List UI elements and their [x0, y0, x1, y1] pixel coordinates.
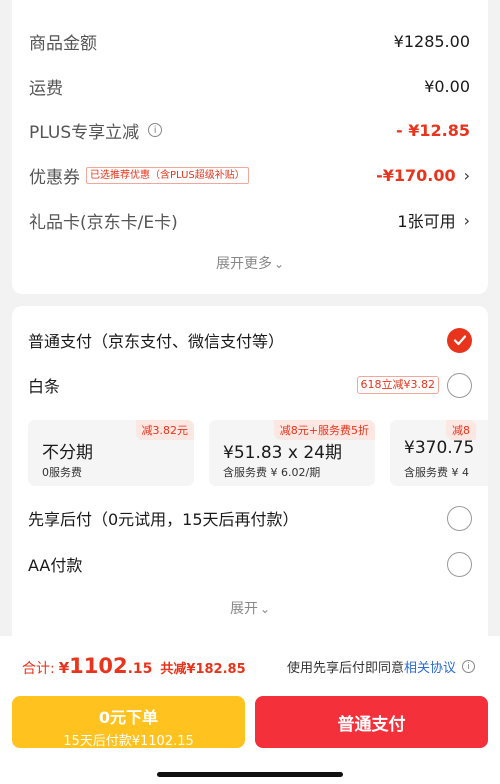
installment-card-24[interactable]: 减8元+服务费5折 ¥51.83 x 24期 含服务费 ¥ 6.02/期	[209, 420, 375, 486]
plus-discount-row: PLUS专享立减 i - ¥12.85	[29, 115, 470, 145]
goods-amount-label: 商品金额	[29, 33, 97, 54]
aa-payment-option[interactable]: AA付款	[28, 549, 472, 579]
installment-badge: 减3.82元	[135, 420, 194, 440]
giftcard-value: 1张可用	[397, 212, 456, 231]
zero-yuan-order-label: 0元下单	[98, 708, 159, 727]
pay-later-amount-label: 15天后付款¥1102.15	[63, 734, 194, 749]
checkout-footer: 合计: ¥ 1102 .15 共减¥182.85 使用先享后付即同意 相关协议 …	[0, 636, 500, 784]
chevron-down-icon: ⌄	[259, 602, 271, 616]
expand-more-label: 展开更多	[215, 256, 272, 272]
baitiao-discount-tag: 618立减¥3.82	[356, 376, 439, 394]
goods-amount-value: ¥1285.00	[393, 31, 470, 51]
normal-payment-option[interactable]: 普通支付（京东支付、微信支付等）	[28, 325, 472, 355]
baitiao-label: 白条	[28, 377, 61, 396]
total-decimal: .15	[127, 661, 153, 677]
coupon-row[interactable]: 优惠券 已选推荐优惠（含PLUS超级补贴） -¥170.00 ›	[29, 160, 470, 190]
installment-sub: 含服务费 ¥ 4	[404, 466, 469, 479]
installment-card-none[interactable]: 减3.82元 不分期 0服务费	[28, 420, 194, 486]
aa-payment-radio[interactable]	[447, 551, 472, 577]
installment-main: ¥51.83 x 24期	[223, 443, 342, 463]
coupon-value: -¥170.00	[376, 165, 456, 185]
total-integer: 1102	[69, 654, 128, 678]
aa-payment-label: AA付款	[28, 556, 83, 575]
total-currency: ¥	[58, 659, 70, 677]
check-icon	[453, 335, 466, 346]
normal-payment-radio[interactable]	[447, 327, 472, 353]
goods-amount-row: 商品金额 ¥1285.00	[29, 26, 470, 56]
baitiao-option[interactable]: 白条 618立减¥3.82	[28, 370, 472, 400]
total-saved: 共减¥182.85	[160, 662, 246, 677]
chevron-right-icon: ›	[463, 210, 470, 230]
giftcard-row[interactable]: 礼品卡(京东卡/E卡) 1张可用 ›	[29, 205, 470, 235]
expand-payment-label: 展开	[229, 601, 258, 617]
installment-sub: 0服务费	[42, 466, 82, 479]
pay-later-label: 先享后付（0元试用，15天后再付款）	[28, 510, 299, 529]
agreement-notice: 使用先享后付即同意 相关协议 i	[287, 657, 475, 676]
coupon-label: 优惠券	[29, 167, 80, 188]
baitiao-radio[interactable]	[447, 372, 472, 398]
pay-later-radio[interactable]	[447, 505, 472, 531]
info-icon[interactable]: i	[148, 123, 163, 137]
order-summary-card: 商品金额 ¥1285.00 运费 ¥0.00 PLUS专享立减 i - ¥12.…	[12, 0, 488, 294]
shipping-row: 运费 ¥0.00	[29, 71, 470, 101]
expand-more-button[interactable]: 展开更多 ⌄	[12, 253, 488, 273]
installment-options: 减3.82元 不分期 0服务费 减8元+服务费5折 ¥51.83 x 24期 含…	[28, 420, 488, 486]
total-label: 合计:	[22, 661, 55, 677]
installment-main: 不分期	[42, 443, 93, 463]
plus-discount-value: - ¥12.85	[396, 120, 470, 140]
zero-yuan-order-button[interactable]: 0元下单 15天后付款¥1102.15	[12, 696, 245, 749]
shipping-value: ¥0.00	[424, 76, 470, 96]
expand-payment-button[interactable]: 展开 ⌄	[12, 598, 488, 618]
agreement-link[interactable]: 相关协议	[404, 657, 456, 676]
installment-badge: 减8	[446, 420, 476, 440]
pay-later-option[interactable]: 先享后付（0元试用，15天后再付款）	[28, 503, 472, 533]
chevron-down-icon: ⌄	[273, 257, 285, 271]
installment-main: ¥370.75	[404, 438, 475, 458]
order-total: 合计: ¥ 1102 .15 共减¥182.85	[22, 654, 246, 678]
giftcard-label: 礼品卡(京东卡/E卡)	[29, 212, 178, 233]
agreement-text: 使用先享后付即同意	[286, 661, 404, 676]
installment-sub: 含服务费 ¥ 6.02/期	[223, 466, 321, 479]
installment-badge: 减8元+服务费5折	[273, 420, 375, 440]
chevron-right-icon: ›	[463, 165, 470, 185]
shipping-label: 运费	[29, 78, 63, 99]
payment-methods-card: 普通支付（京东支付、微信支付等） 白条 618立减¥3.82 减3.82元 不分…	[12, 306, 488, 636]
installment-card-3[interactable]: 减8 ¥370.75 含服务费 ¥ 4	[390, 420, 488, 486]
normal-payment-button[interactable]: 普通支付	[255, 696, 488, 748]
normal-payment-label: 普通支付（京东支付、微信支付等）	[28, 332, 285, 351]
coupon-recommend-tag: 已选推荐优惠（含PLUS超级补贴）	[86, 166, 249, 184]
info-icon[interactable]: i	[462, 660, 475, 673]
plus-discount-label: PLUS专享立减	[29, 122, 140, 143]
home-indicator[interactable]	[157, 772, 343, 777]
